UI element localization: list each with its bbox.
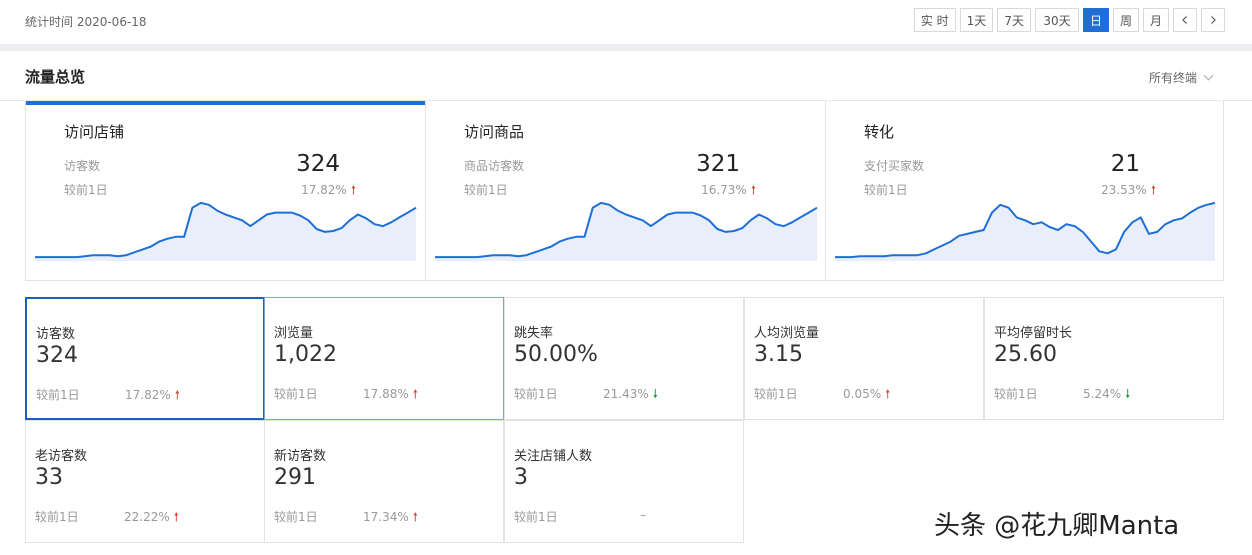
metric-compare-pct: 21.43% 🠗 (603, 387, 658, 401)
metric-compare-label: 较前1日 (35, 510, 79, 524)
arrow-up-icon: 🠕 (412, 510, 418, 524)
metric-value: 25.60 (994, 342, 1057, 367)
metric-compare-label: 较前1日 (274, 387, 318, 401)
metric-value: 50.00% (514, 342, 598, 367)
metric-value: 291 (274, 465, 316, 490)
arrow-up-icon: 🠕 (173, 510, 179, 524)
metric-compare-label: 较前1日 (994, 387, 1038, 401)
chevron-right-icon (1211, 16, 1216, 24)
range-month-button[interactable]: 月 (1142, 8, 1169, 32)
arrow-down-icon: 🠗 (1125, 387, 1131, 401)
date-range-selector: 实 时 1天 7天 30天 日 周 月 (913, 8, 1225, 32)
metric-value: 3 (514, 465, 528, 490)
metric-bounce-rate[interactable]: 跳失率 50.00% 较前1日 21.43% 🠗 (504, 297, 744, 420)
metric-label: 关注店铺人数 (514, 449, 593, 464)
range-1day-button[interactable]: 1天 (959, 8, 994, 32)
metric-compare-pct: 5.24% 🠗 (1083, 387, 1131, 401)
terminal-select-label: 所有终端 (1148, 71, 1197, 85)
sparkline-chart (435, 201, 818, 261)
arrow-up-icon: 🠕 (174, 388, 180, 402)
arrow-down-icon: 🠗 (652, 387, 658, 401)
metric-label: 跳失率 (514, 326, 554, 341)
range-7day-button[interactable]: 7天 (997, 8, 1031, 32)
metric-compare-pct: 17.34% 🠕 (363, 510, 418, 524)
arrow-up-icon: 🠕 (412, 387, 418, 401)
watermark: 头条 @花九卿Manta (934, 511, 1180, 541)
card-title: 访问店铺 (64, 123, 125, 141)
arrow-up-icon: 🠕 (885, 387, 891, 401)
metric-visitors[interactable]: 访客数 324 较前1日 17.82% 🠕 (25, 297, 265, 420)
metric-new-visitors[interactable]: 新访客数 291 较前1日 17.34% 🠕 (264, 420, 504, 543)
card-metric-value: 321 (696, 151, 740, 177)
sparkline-chart (835, 201, 1216, 261)
stat-time: 统计时间 2020-06-18 (25, 15, 147, 29)
metric-compare-label: 较前1日 (36, 388, 80, 402)
chevron-down-icon (1203, 70, 1214, 81)
range-realtime-button[interactable]: 实 时 (913, 8, 956, 32)
card-metric-value: 21 (1110, 151, 1140, 177)
range-week-button[interactable]: 周 (1112, 8, 1139, 32)
metric-label: 新访客数 (274, 449, 327, 464)
metric-value: 1,022 (274, 342, 337, 367)
card-title: 转化 (864, 123, 895, 141)
metric-compare-label: 较前1日 (274, 510, 318, 524)
sparkline-area (35, 202, 416, 261)
metric-compare-pct: 0.05% 🠕 (843, 387, 891, 401)
metric-label: 人均浏览量 (754, 326, 820, 341)
metric-label: 平均停留时长 (994, 326, 1073, 341)
metric-label: 访客数 (36, 327, 76, 342)
overview-card-visit-product[interactable]: 访问商品 商品访客数 321 较前1日 16.73% 🠕 (425, 101, 825, 281)
metric-pageviews[interactable]: 浏览量 1,022 较前1日 17.88% 🠕 (264, 297, 504, 420)
overview-cards: 访问店铺 访客数 324 较前1日 17.82% 🠕 访问商品 商品访客数 321… (25, 101, 1224, 281)
metric-label: 浏览量 (274, 326, 314, 341)
metric-avg-pageviews[interactable]: 人均浏览量 3.15 较前1日 0.05% 🠕 (744, 297, 984, 420)
metric-compare-label: 较前1日 (514, 387, 558, 401)
panel-title: 流量总览 (25, 68, 86, 86)
metric-compare-label: 较前1日 (754, 387, 798, 401)
metric-value: 33 (35, 465, 63, 490)
metric-compare-pct: 17.82% 🠕 (125, 388, 180, 402)
metric-compare-pct: 17.88% 🠕 (363, 387, 418, 401)
metric-label: 老访客数 (35, 449, 88, 464)
section-divider (0, 44, 1252, 51)
top-bar: 统计时间 2020-06-18 实 时 1天 7天 30天 日 周 月 (0, 0, 1252, 44)
metric-store-followers[interactable]: 关注店铺人数 3 较前1日 – (504, 420, 744, 543)
metric-compare-label: 较前1日 (514, 510, 558, 524)
metric-returning-visitors[interactable]: 老访客数 33 较前1日 22.22% 🠕 (25, 420, 265, 543)
range-30day-button[interactable]: 30天 (1034, 8, 1079, 32)
terminal-select[interactable]: 所有终端 (1148, 69, 1214, 86)
card-title: 访问商品 (464, 123, 525, 141)
card-metric-value: 324 (296, 151, 340, 177)
metric-compare-pct: – (640, 508, 646, 522)
overview-card-conversion[interactable]: 转化 支付买家数 21 较前1日 23.53% 🠕 (825, 101, 1223, 281)
metric-compare-pct: 22.22% 🠕 (124, 510, 179, 524)
metric-value: 324 (36, 343, 78, 368)
range-day-button[interactable]: 日 (1082, 8, 1109, 32)
sparkline-chart (35, 201, 417, 261)
next-period-button[interactable] (1201, 8, 1225, 32)
metric-avg-stay-time[interactable]: 平均停留时长 25.60 较前1日 5.24% 🠗 (984, 297, 1224, 420)
prev-period-button[interactable] (1173, 8, 1197, 32)
overview-card-visit-store[interactable]: 访问店铺 访客数 324 较前1日 17.82% 🠕 (26, 101, 425, 281)
sparkline-area (435, 202, 817, 261)
chevron-left-icon (1182, 16, 1187, 24)
metric-value: 3.15 (754, 342, 803, 367)
